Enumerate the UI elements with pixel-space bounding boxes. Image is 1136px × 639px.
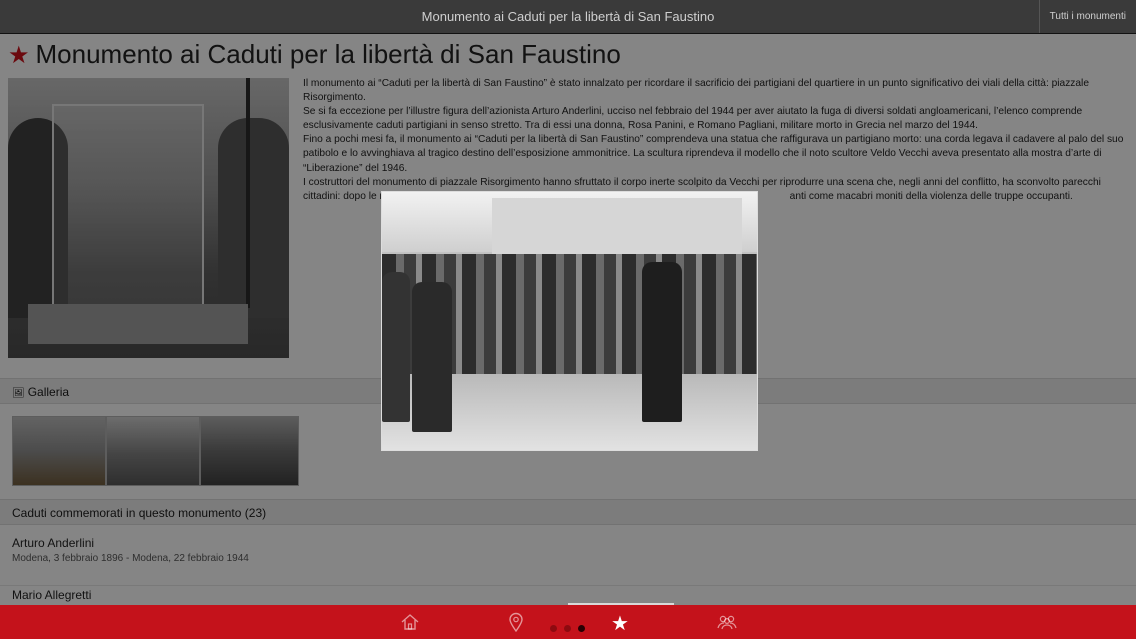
page-dot[interactable] [564,625,571,632]
photo-figure [642,262,682,422]
map-pin-icon[interactable] [507,612,525,632]
photo-building [492,198,742,258]
all-monuments-button[interactable]: Tutti i monumenti [1038,0,1136,33]
people-icon[interactable] [716,612,738,632]
page-dot[interactable] [550,625,557,632]
home-icon[interactable] [400,612,420,632]
window-title: Monumento ai Caduti per la libertà di Sa… [421,9,715,24]
page-dot-active[interactable] [578,625,585,632]
star-icon[interactable]: ★ [611,611,629,636]
page-dots [550,619,592,632]
photo-figure [382,272,410,422]
photo-figure [412,282,452,432]
photo-lightbox[interactable] [381,191,758,451]
top-bar: Monumento ai Caduti per la libertà di Sa… [0,0,1136,34]
bottom-tab-bar: ★ [0,605,1136,639]
